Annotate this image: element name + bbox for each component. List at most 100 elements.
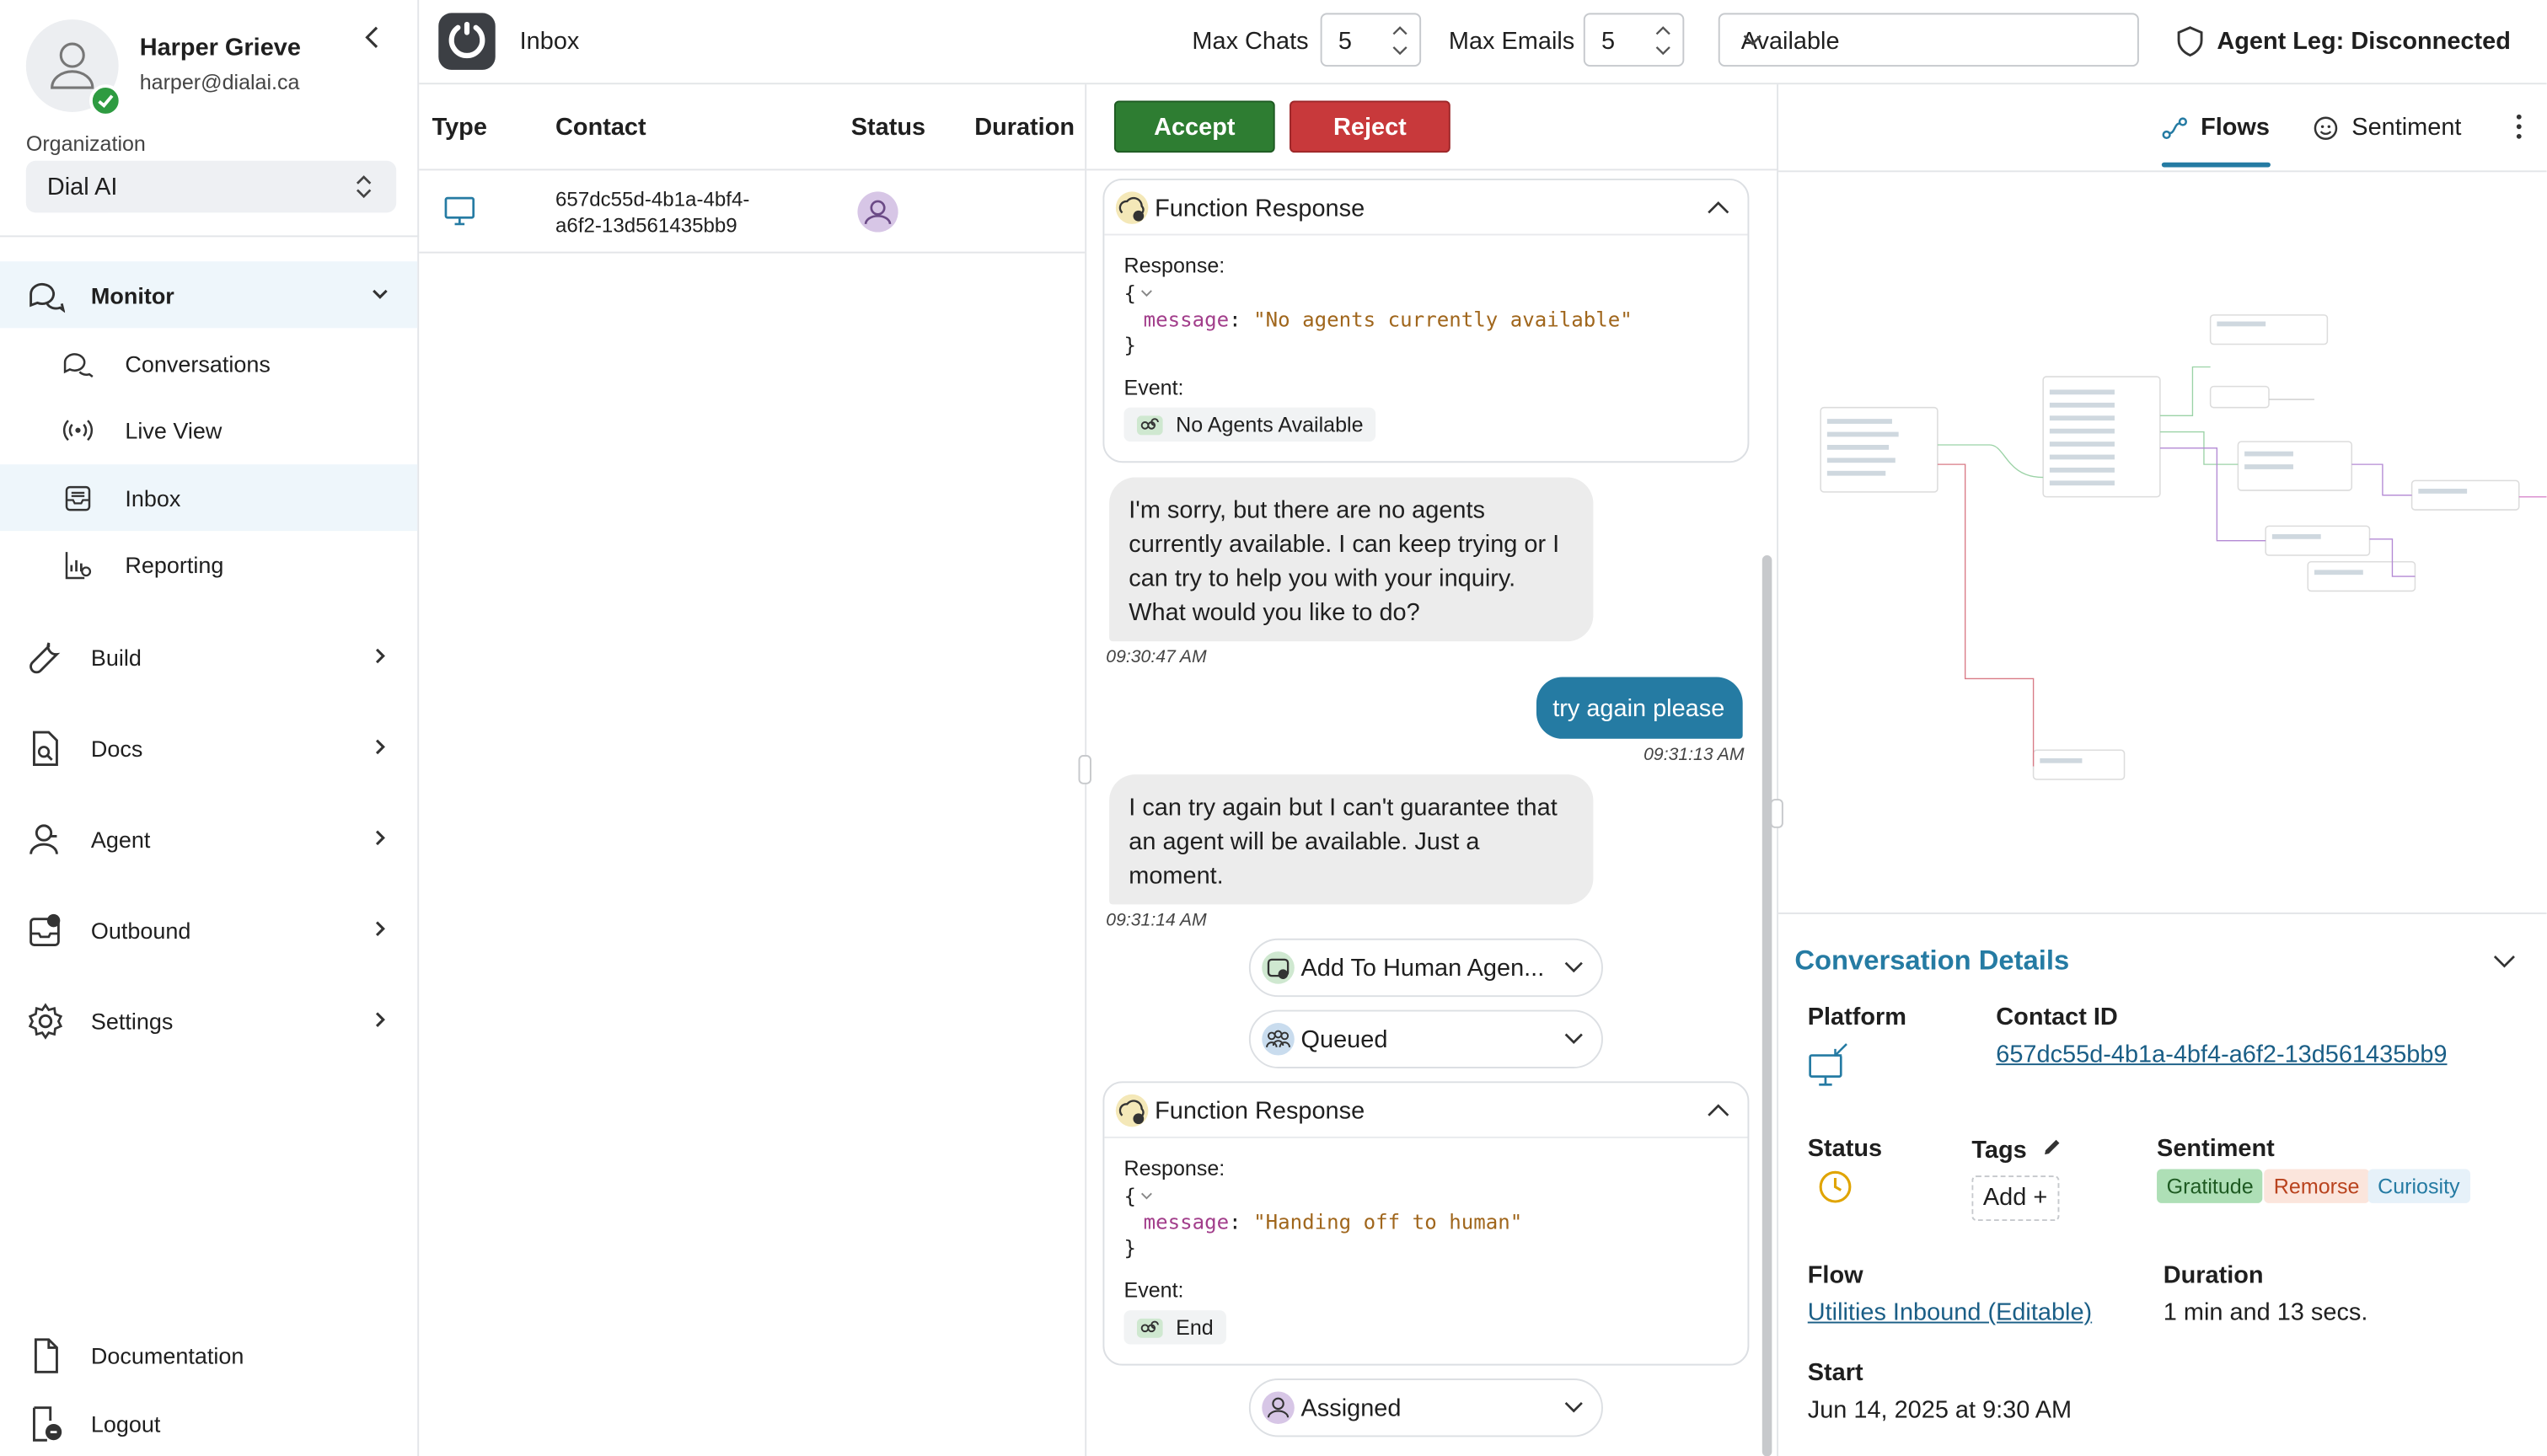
json-close-brace: }: [1123, 333, 1136, 357]
column-header-status[interactable]: Status: [851, 114, 925, 142]
column-header-duration[interactable]: Duration: [974, 114, 1075, 142]
reject-button[interactable]: Reject: [1290, 100, 1450, 153]
assigned-event[interactable]: Assigned: [1248, 1378, 1603, 1437]
chevron-right-icon: [368, 918, 391, 940]
page-title: Inbox: [519, 27, 580, 56]
more-options-icon[interactable]: [2507, 112, 2530, 142]
add-tag-button[interactable]: Add +: [1971, 1175, 2060, 1222]
document-search-icon: [26, 729, 65, 768]
chevron-right-icon: [368, 645, 391, 667]
flow-link[interactable]: Utilities Inbound (Editable): [1808, 1299, 2092, 1327]
infinity-icon: [1136, 1317, 1163, 1337]
stepper-arrows-icon[interactable]: [1654, 21, 1673, 60]
json-value: "Handing off to human": [1253, 1209, 1523, 1234]
inbox-icon: [62, 482, 94, 515]
chevron-right-icon: [368, 736, 391, 758]
organization-value: Dial AI: [46, 174, 118, 201]
status-label: Status: [1807, 1134, 1883, 1163]
broadcast-icon: [62, 414, 94, 447]
chevron-right-icon: [368, 1009, 391, 1031]
event-label: Event:: [1123, 375, 1184, 400]
availability-select[interactable]: Available: [1718, 13, 2139, 67]
message-timestamp: 09:31:14 AM: [1106, 911, 1207, 931]
column-header-contact[interactable]: Contact: [555, 114, 646, 142]
nav-reporting-label: Reporting: [125, 551, 224, 578]
clock-icon: [1817, 1169, 1853, 1204]
nav-agent-label: Agent: [90, 825, 151, 852]
tab-sentiment[interactable]: Sentiment: [2313, 114, 2461, 142]
nav-monitor[interactable]: Monitor: [0, 261, 418, 329]
collapse-sidebar-button[interactable]: [357, 23, 387, 52]
nav-reporting[interactable]: Reporting: [0, 531, 417, 597]
chevron-down-icon: [1563, 1400, 1585, 1416]
event-title: Add To Human Agen...: [1300, 955, 1545, 982]
pencil-icon[interactable]: [2041, 1137, 2062, 1158]
max-chats-stepper[interactable]: 5: [1320, 13, 1422, 67]
flow-diagram-canvas[interactable]: [1778, 170, 2547, 914]
max-emails-stepper[interactable]: 5: [1583, 13, 1685, 67]
platform-label: Platform: [1807, 1003, 1906, 1031]
chat-bubbles-icon: [26, 276, 66, 315]
response-label: Response:: [1123, 1156, 1225, 1180]
nav-settings[interactable]: Settings: [0, 988, 417, 1054]
flow-icon: [2162, 116, 2188, 139]
json-key: message: [1143, 307, 1230, 332]
chevron-down-icon: [1741, 31, 2115, 51]
function-response-header[interactable]: Function Response: [1104, 180, 1748, 236]
message-timestamp: 09:31:13 AM: [1643, 745, 1745, 765]
event-name: End: [1176, 1314, 1214, 1340]
json-open-brace: {: [1123, 1183, 1136, 1208]
contact-id-line: a6f2-13d561435bb9: [555, 214, 737, 238]
organization-select[interactable]: Dial AI: [25, 160, 397, 213]
nav-documentation[interactable]: Documentation: [0, 1322, 417, 1389]
nav-build[interactable]: Build: [0, 624, 417, 690]
agent-leg-label: Agent Leg: Disconnected: [2217, 27, 2511, 56]
chevron-down-icon: [368, 282, 391, 305]
function-response-title: Function Response: [1155, 195, 1365, 222]
chevron-left-icon: [365, 26, 378, 48]
outbound-icon: [26, 911, 65, 950]
json-open-brace: {: [1123, 281, 1136, 306]
web-platform-icon: [1808, 1042, 1850, 1088]
nav-docs-label: Docs: [90, 734, 143, 761]
chevron-up-icon[interactable]: [1705, 1101, 1731, 1121]
logout-icon: [26, 1405, 65, 1443]
add-to-human-agent-event[interactable]: Add To Human Agen...: [1248, 938, 1603, 998]
nav-live-view[interactable]: Live View: [0, 396, 417, 463]
accept-button[interactable]: Accept: [1113, 100, 1275, 153]
event-name: No Agents Available: [1176, 412, 1364, 437]
nav-inbox[interactable]: Inbox: [0, 464, 418, 532]
tab-flows[interactable]: Flows: [2162, 114, 2270, 142]
nav-conversations[interactable]: Conversations: [0, 329, 417, 396]
json-line: message: "No agents currently available": [1143, 307, 1633, 332]
chevron-up-icon[interactable]: [1705, 198, 1731, 217]
json-close-brace: }: [1123, 1235, 1136, 1261]
message-timestamp: 09:30:47 AM: [1106, 647, 1207, 667]
stepper-arrows-icon[interactable]: [1391, 21, 1410, 60]
nav-docs[interactable]: Docs: [0, 715, 417, 781]
function-icon: [1114, 190, 1150, 225]
collapse-json-icon[interactable]: [1140, 289, 1153, 299]
divider: [1086, 169, 1779, 171]
event-chip: End: [1123, 1310, 1227, 1345]
nav-documentation-label: Documentation: [90, 1341, 244, 1368]
contact-id-link[interactable]: 657dc55d-4b1a-4bf4-a6f2-13d561435bb9: [1996, 1041, 2447, 1068]
nav-outbound-label: Outbound: [90, 916, 191, 943]
chat-scrollbar[interactable]: [1761, 555, 1772, 1456]
nav-outbound[interactable]: Outbound: [0, 897, 417, 963]
table-row[interactable]: 657dc55d-4b1a-4bf4- a6f2-13d561435bb9: [419, 169, 1086, 254]
conversation-details-title: Conversation Details: [1794, 945, 2070, 977]
nav-live-view-label: Live View: [125, 416, 223, 443]
collapse-json-icon[interactable]: [1140, 1191, 1153, 1202]
nav-agent[interactable]: Agent: [0, 806, 417, 872]
nav-logout[interactable]: Logout: [0, 1390, 417, 1456]
queued-event[interactable]: Queued: [1248, 1009, 1603, 1068]
event-title: Queued: [1300, 1025, 1388, 1054]
chevron-down-icon: [1563, 1031, 1585, 1047]
column-header-type[interactable]: Type: [432, 114, 487, 142]
nav-logout-label: Logout: [90, 1410, 161, 1437]
chevron-down-icon[interactable]: [2491, 951, 2518, 971]
function-response-header[interactable]: Function Response: [1104, 1083, 1748, 1138]
chevron-down-icon: [1563, 960, 1585, 976]
sentiment-chip: Curiosity: [2367, 1169, 2470, 1203]
